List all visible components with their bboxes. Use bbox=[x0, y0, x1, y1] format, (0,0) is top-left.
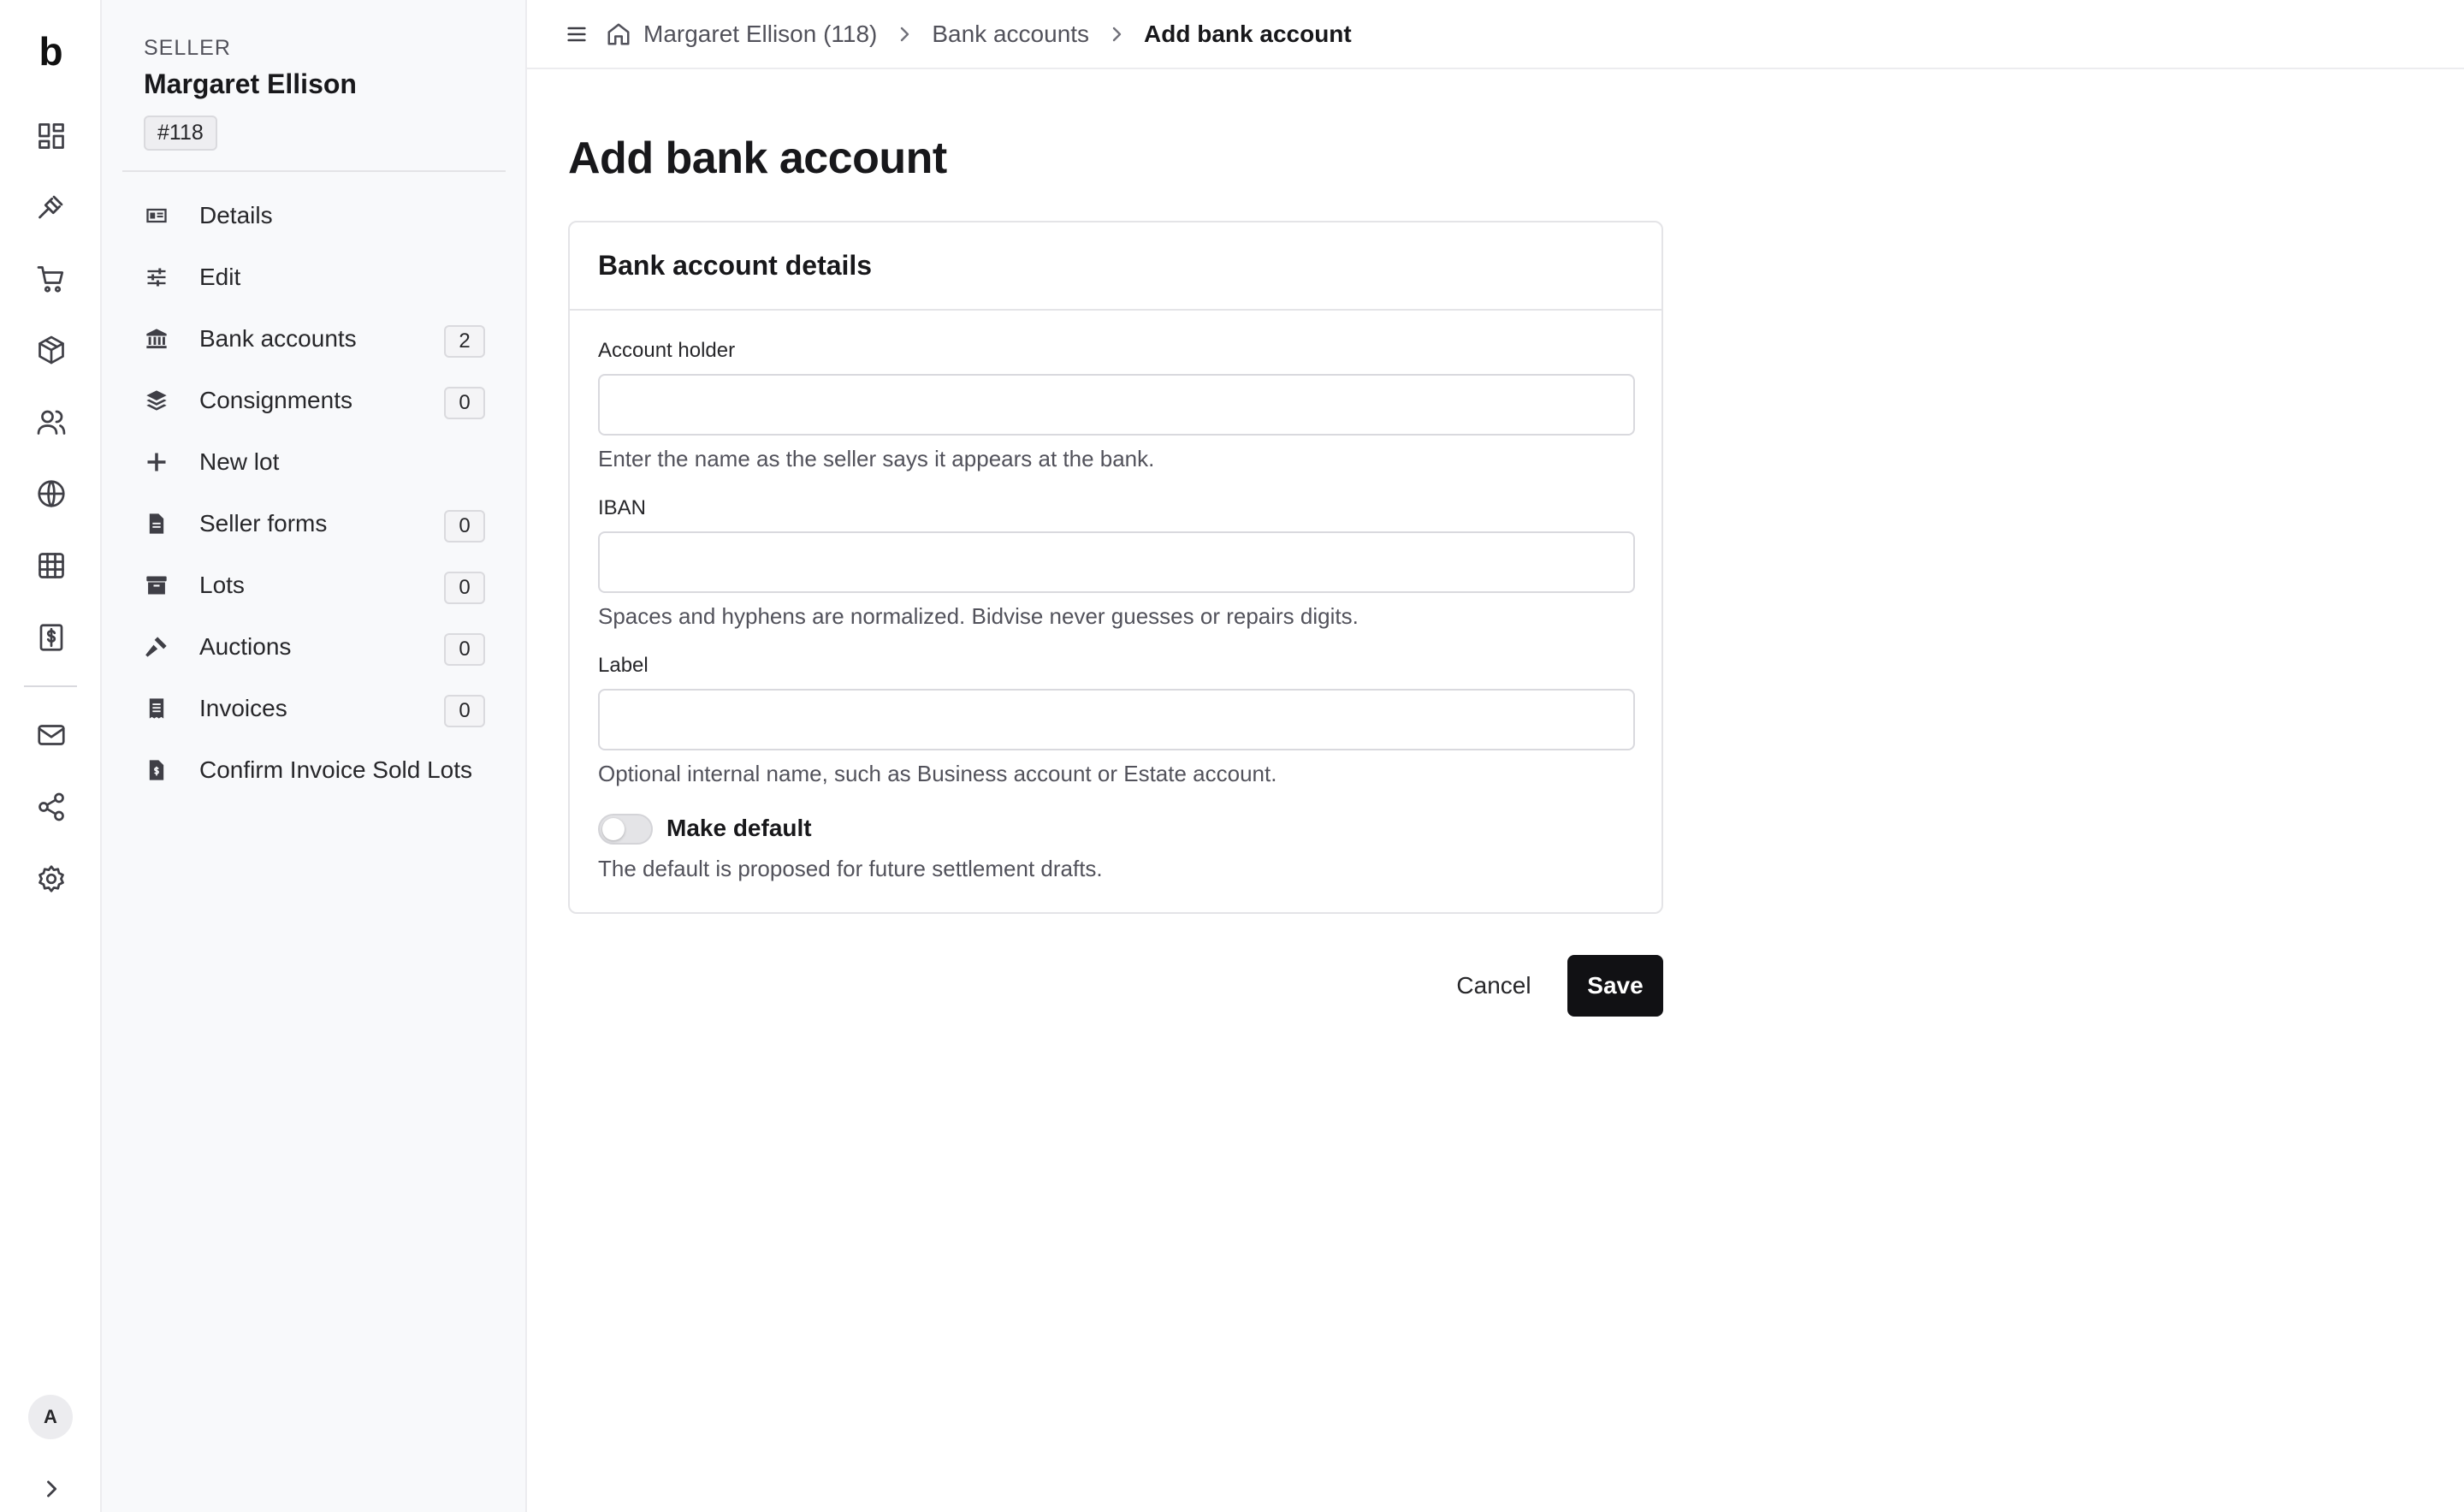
user-avatar[interactable]: A bbox=[28, 1395, 73, 1439]
account-holder-label: Account holder bbox=[598, 339, 736, 362]
sidebar-item-label: Invoices bbox=[199, 695, 287, 721]
breadcrumb-seller[interactable]: Margaret Ellison (118) bbox=[643, 21, 877, 48]
mail-icon[interactable] bbox=[32, 715, 71, 755]
package-icon[interactable] bbox=[32, 330, 71, 370]
sidebar-kicker: SELLER bbox=[144, 36, 231, 60]
rail-divider bbox=[24, 685, 77, 687]
count-badge: 0 bbox=[444, 633, 485, 666]
gear-icon[interactable] bbox=[32, 859, 71, 898]
iban-help: Spaces and hyphens are normalized. Bidvi… bbox=[598, 603, 1359, 629]
top-bar: Margaret Ellison (118) Bank accounts Add… bbox=[527, 0, 2464, 69]
archive-icon bbox=[144, 572, 169, 598]
card-title: Bank account details bbox=[570, 222, 1661, 311]
chevron-right-icon bbox=[901, 27, 909, 41]
document-icon bbox=[144, 511, 169, 537]
label-help: Optional internal name, such as Business… bbox=[598, 761, 1277, 786]
account-holder-input[interactable] bbox=[598, 374, 1635, 436]
dashboard-icon[interactable] bbox=[32, 116, 71, 156]
breadcrumb: Margaret Ellison (118) Bank accounts Add… bbox=[606, 21, 1352, 48]
sidebar-item-label: Consignments bbox=[199, 387, 352, 413]
document-dollar-icon bbox=[144, 757, 169, 783]
table-icon[interactable] bbox=[32, 546, 71, 585]
sidebar-item-label: Edit bbox=[199, 264, 241, 290]
sidebar-item-label: Details bbox=[199, 202, 273, 228]
chevron-right-icon bbox=[1112, 27, 1122, 41]
count-badge: 0 bbox=[444, 387, 485, 419]
app-logo[interactable]: b bbox=[0, 26, 102, 77]
sidebar-item-edit[interactable]: Edit bbox=[122, 246, 506, 308]
sidebar-item-label: Seller forms bbox=[199, 510, 328, 537]
invoice-dollar-icon[interactable] bbox=[32, 618, 71, 657]
iban-input[interactable] bbox=[598, 531, 1635, 593]
sidebar-item-lots[interactable]: Lots 0 bbox=[122, 554, 506, 616]
chevron-right-icon[interactable] bbox=[36, 1473, 67, 1504]
cart-icon[interactable] bbox=[32, 259, 71, 299]
seller-name: Margaret Ellison bbox=[144, 68, 357, 99]
seller-nav: Details Edit Bank accounts 2 Consignment… bbox=[122, 185, 506, 801]
id-card-icon bbox=[144, 203, 169, 228]
save-button[interactable]: Save bbox=[1567, 955, 1663, 1017]
sidebar-item-bank-accounts[interactable]: Bank accounts 2 bbox=[122, 308, 506, 370]
toggle-knob bbox=[602, 818, 625, 840]
count-badge: 2 bbox=[444, 325, 485, 358]
breadcrumb-current: Add bank account bbox=[1144, 20, 1352, 47]
make-default-help: The default is proposed for future settl… bbox=[598, 856, 1103, 881]
sidebar-item-new-lot[interactable]: New lot bbox=[122, 431, 506, 493]
sidebar-item-details[interactable]: Details bbox=[122, 185, 506, 246]
sidebar-item-label: Bank accounts bbox=[199, 325, 357, 352]
sliders-icon bbox=[144, 264, 169, 290]
receipt-icon bbox=[144, 696, 169, 721]
plus-icon bbox=[144, 449, 169, 475]
seller-sidebar: SELLER Margaret Ellison #118 Details Edi… bbox=[102, 0, 527, 1512]
bank-icon bbox=[144, 326, 169, 352]
sidebar-item-seller-forms[interactable]: Seller forms 0 bbox=[122, 493, 506, 554]
gavel-icon[interactable] bbox=[32, 187, 71, 227]
globe-icon[interactable] bbox=[32, 474, 71, 513]
label-input[interactable] bbox=[598, 689, 1635, 750]
count-badge: 0 bbox=[444, 510, 485, 543]
bank-account-form-card: Bank account details Account holder Ente… bbox=[568, 221, 1663, 914]
make-default-label[interactable]: Make default bbox=[666, 815, 812, 842]
layers-icon bbox=[144, 388, 169, 413]
sidebar-item-invoices[interactable]: Invoices 0 bbox=[122, 678, 506, 739]
sidebar-item-label: Confirm Invoice Sold Lots bbox=[199, 756, 473, 783]
page-title: Add bank account bbox=[568, 133, 947, 183]
sidebar-item-label: Auctions bbox=[199, 633, 292, 660]
sidebar-divider bbox=[122, 170, 506, 172]
iban-label: IBAN bbox=[598, 496, 647, 519]
account-holder-help: Enter the name as the seller says it app… bbox=[598, 446, 1155, 471]
breadcrumb-bank-accounts[interactable]: Bank accounts bbox=[932, 21, 1089, 48]
sidebar-item-consignments[interactable]: Consignments 0 bbox=[122, 370, 506, 431]
sidebar-item-label: Lots bbox=[199, 572, 245, 598]
icon-rail: b A bbox=[0, 0, 102, 1512]
count-badge: 0 bbox=[444, 695, 485, 727]
seller-id-badge: #118 bbox=[144, 116, 217, 151]
count-badge: 0 bbox=[444, 572, 485, 604]
sidebar-item-label: New lot bbox=[199, 448, 280, 475]
label-field-label: Label bbox=[598, 654, 649, 677]
home-icon[interactable] bbox=[606, 21, 631, 47]
users-icon[interactable] bbox=[32, 402, 71, 442]
make-default-toggle[interactable] bbox=[598, 814, 653, 845]
menu-icon[interactable] bbox=[561, 19, 592, 50]
share-icon[interactable] bbox=[32, 787, 71, 827]
gavel-icon bbox=[144, 634, 169, 660]
cancel-button[interactable]: Cancel bbox=[1437, 955, 1550, 1017]
sidebar-item-auctions[interactable]: Auctions 0 bbox=[122, 616, 506, 678]
sidebar-item-confirm-invoice-sold-lots[interactable]: Confirm Invoice Sold Lots bbox=[122, 739, 506, 801]
